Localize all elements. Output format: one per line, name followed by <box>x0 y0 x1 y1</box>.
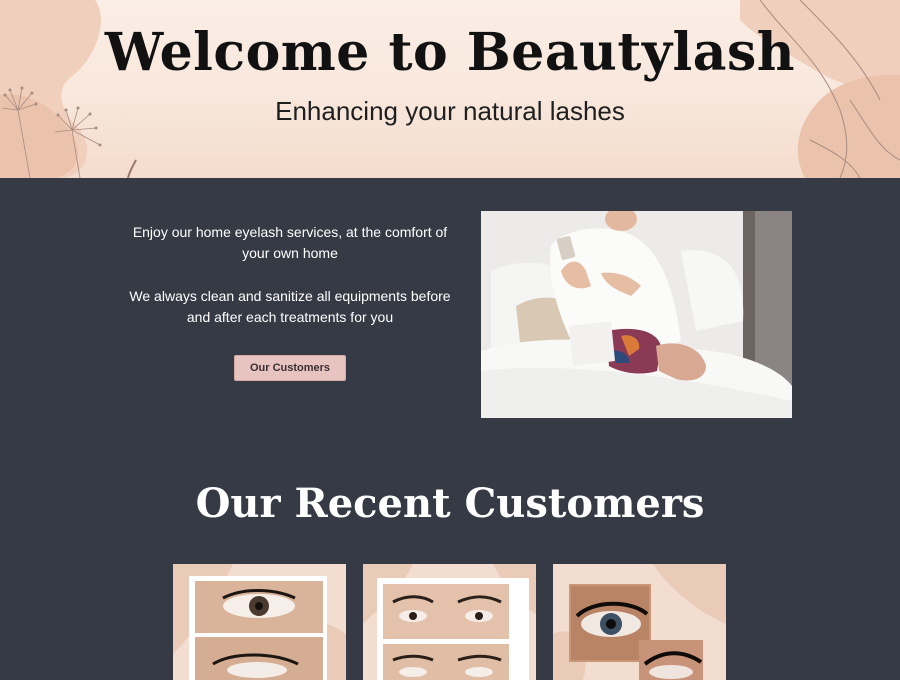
page-title: Welcome to Beautylash <box>104 22 796 83</box>
customer-lash-photo-2 <box>363 564 536 680</box>
hero-subtitle: Enhancing your natural lashes <box>275 96 625 126</box>
services-paragraph-sanitize: We always clean and sanitize all equipme… <box>129 288 451 325</box>
customer-card-2[interactable] <box>363 564 536 680</box>
services-paragraph-home: Enjoy our home eyelash services, at the … <box>132 224 448 261</box>
our-customers-button[interactable]: Our Customers <box>234 355 346 381</box>
recent-customers-heading: Our Recent Customers <box>195 480 705 527</box>
woman-in-bed-photo <box>481 211 792 418</box>
customer-card-3[interactable] <box>553 564 726 680</box>
customer-lash-photo-3 <box>553 564 726 680</box>
services-description: Enjoy our home eyelash services, at the … <box>125 222 455 328</box>
hero-banner: Welcome to Beautylash Enhancing your nat… <box>0 0 900 178</box>
customer-lash-photo-1 <box>173 564 346 680</box>
customer-card-1[interactable] <box>173 564 346 680</box>
